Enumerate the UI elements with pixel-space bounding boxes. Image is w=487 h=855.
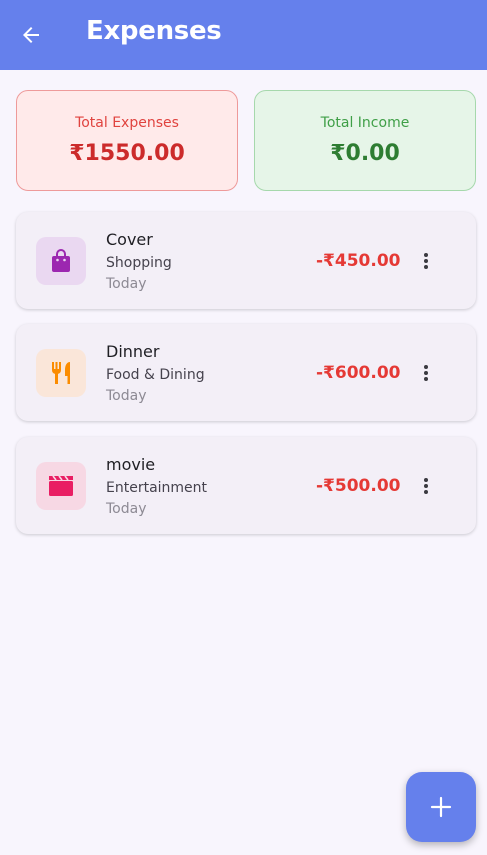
transaction-card[interactable]: Cover Shopping Today -₹450.00 bbox=[16, 212, 476, 309]
transaction-category: Food & Dining bbox=[106, 367, 205, 383]
transaction-category: Shopping bbox=[106, 255, 172, 271]
transaction-card[interactable]: Dinner Food & Dining Today -₹600.00 bbox=[16, 324, 476, 421]
total-expenses-card: Total Expenses ₹1550.00 bbox=[16, 90, 238, 191]
category-icon-box bbox=[36, 349, 86, 397]
more-vert-icon bbox=[424, 253, 428, 269]
more-options-button[interactable] bbox=[414, 246, 438, 276]
transaction-date: Today bbox=[106, 388, 147, 404]
more-options-button[interactable] bbox=[414, 471, 438, 501]
more-vert-icon bbox=[424, 365, 428, 381]
category-icon-box bbox=[36, 462, 86, 510]
total-expenses-amount: ₹1550.00 bbox=[69, 141, 185, 166]
shopping-bag-icon bbox=[52, 249, 70, 272]
total-expenses-label: Total Expenses bbox=[75, 115, 179, 131]
clapperboard-icon bbox=[49, 475, 73, 496]
transaction-card[interactable]: movie Entertainment Today -₹500.00 bbox=[16, 437, 476, 534]
plus-icon bbox=[430, 796, 452, 818]
total-income-amount: ₹0.00 bbox=[330, 141, 400, 166]
transaction-amount: -₹600.00 bbox=[316, 363, 401, 383]
category-icon-box bbox=[36, 237, 86, 285]
fork-knife-icon bbox=[51, 362, 70, 384]
transaction-name: Dinner bbox=[106, 342, 160, 361]
back-button[interactable] bbox=[14, 18, 48, 52]
transaction-date: Today bbox=[106, 276, 147, 292]
transaction-name: movie bbox=[106, 455, 156, 474]
transaction-amount: -₹450.00 bbox=[316, 251, 401, 271]
more-vert-icon bbox=[424, 478, 428, 494]
transaction-category: Entertainment bbox=[106, 480, 208, 496]
more-options-button[interactable] bbox=[414, 358, 438, 388]
page-title: Expenses bbox=[86, 16, 222, 46]
transaction-amount: -₹500.00 bbox=[316, 476, 401, 496]
transaction-name: Cover bbox=[106, 230, 153, 249]
arrow-left-icon bbox=[23, 27, 39, 43]
total-income-card: Total Income ₹0.00 bbox=[254, 90, 476, 191]
transaction-date: Today bbox=[106, 501, 147, 517]
add-expense-button[interactable] bbox=[406, 772, 476, 842]
total-income-label: Total Income bbox=[320, 115, 410, 131]
app-bar: Expenses bbox=[0, 0, 487, 70]
